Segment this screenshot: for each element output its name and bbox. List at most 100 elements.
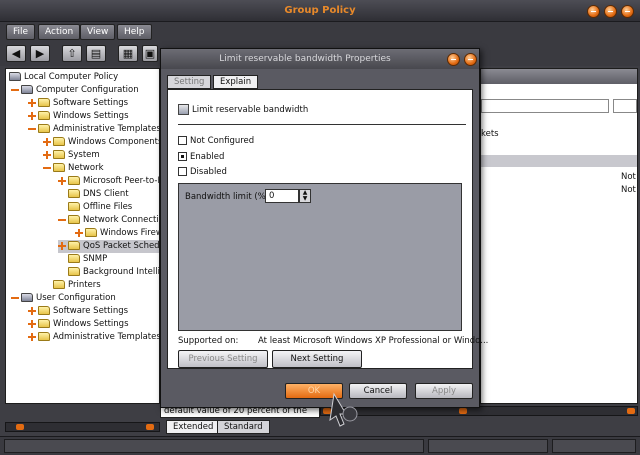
back-button[interactable]: ◀ (6, 45, 26, 62)
tab-setting[interactable]: Setting (167, 75, 212, 89)
menu-file[interactable]: File (6, 24, 36, 40)
expand-icon[interactable] (75, 228, 83, 237)
close-icon[interactable] (621, 5, 634, 18)
folder-icon (85, 228, 97, 237)
tree-item-dns-client[interactable]: DNS Client (68, 188, 129, 201)
dialog-help-icon[interactable] (447, 53, 460, 66)
tree-item-background-intelligent[interactable]: Background Intellig (68, 266, 159, 279)
radio-enabled[interactable]: Enabled (178, 152, 224, 163)
collapse-icon[interactable] (58, 216, 66, 224)
expand-icon[interactable] (58, 241, 66, 250)
folder-up-icon: ⇧ (67, 47, 77, 60)
collapse-icon[interactable] (11, 294, 19, 302)
tree-item-snmp[interactable]: SNMP (68, 253, 107, 266)
expand-icon[interactable] (28, 332, 36, 341)
maximize-icon[interactable] (604, 5, 617, 18)
folder-icon (53, 150, 65, 159)
dialog-close-icon[interactable] (464, 53, 477, 66)
tree-item-system[interactable]: System (43, 149, 100, 162)
back-arrow-icon: ◀ (11, 47, 21, 60)
folder-icon (53, 280, 65, 289)
tab-standard[interactable]: Standard (217, 420, 270, 434)
scroll-thumb[interactable] (16, 424, 24, 430)
tree-item-administrative-templates[interactable]: Administrative Templates (28, 123, 159, 136)
details-panel: kets Not Not (480, 68, 638, 404)
menu-action[interactable]: Action (38, 24, 81, 40)
bandwidth-label: Bandwidth limit (%): (185, 192, 272, 202)
user-icon (21, 293, 33, 302)
export-button[interactable]: ▣ (142, 45, 158, 62)
details-scroll-mid[interactable] (459, 408, 467, 414)
main-title-bar: Group Policy (0, 0, 640, 22)
tree-item-user-windows-settings[interactable]: Windows Settings (28, 318, 129, 331)
apply-button[interactable]: Apply (415, 383, 473, 399)
tree-item-user-software-settings[interactable]: Software Settings (28, 305, 128, 318)
dialog-title-bar[interactable]: Limit reservable bandwidth Properties (161, 49, 479, 69)
details-row1-state: Not (621, 172, 636, 182)
expand-icon[interactable] (43, 137, 51, 146)
folder-icon (53, 163, 65, 172)
policy-setting-icon (178, 104, 189, 115)
folder-icon (38, 319, 50, 328)
options-area: Bandwidth limit (%): 0 ▲ ▼ (178, 183, 462, 331)
properties-button[interactable]: ▦ (118, 45, 138, 62)
policy-tree[interactable]: Local Computer Policy Computer Configura… (5, 68, 160, 404)
radio-box[interactable] (178, 136, 187, 145)
tree-item-windows-settings[interactable]: Windows Settings (28, 110, 129, 123)
radio-not-configured[interactable]: Not Configured (178, 136, 254, 147)
forward-arrow-icon: ▶ (35, 47, 45, 60)
tab-explain[interactable]: Explain (213, 75, 259, 89)
menu-view[interactable]: View (80, 24, 116, 40)
tree-item-software-settings[interactable]: Software Settings (28, 97, 128, 110)
tree-item-qos-packet-scheduler[interactable]: QoS Packet Schedu (58, 240, 159, 253)
spin-down-icon[interactable]: ▼ (300, 196, 310, 202)
radio-box-selected[interactable] (178, 152, 187, 161)
bandwidth-stepper[interactable]: ▲ ▼ (299, 189, 311, 203)
scroll-thumb-end[interactable] (146, 424, 154, 430)
tree-item-user-configuration[interactable]: User Configuration (11, 292, 116, 305)
folder-icon (68, 241, 80, 250)
expand-icon[interactable] (58, 176, 66, 185)
folder-icon (68, 202, 80, 211)
computer-icon (21, 85, 33, 94)
tree-item-network[interactable]: Network (43, 162, 104, 175)
tree-item-peer-to-peer[interactable]: Microsoft Peer-to-Pe (58, 175, 159, 188)
collapse-icon[interactable] (11, 86, 19, 94)
tree-horizontal-scrollbar[interactable] (5, 422, 160, 432)
details-row2-state: Not (621, 185, 636, 195)
tree-item-windows-components[interactable]: Windows Components (43, 136, 159, 149)
tree-item-computer-configuration[interactable]: Computer Configuration (11, 84, 139, 97)
details-column-field[interactable] (481, 99, 609, 113)
menu-help[interactable]: Help (117, 24, 152, 40)
radio-box[interactable] (178, 167, 187, 176)
tab-extended[interactable]: Extended (166, 420, 221, 434)
forward-button[interactable]: ▶ (30, 45, 50, 62)
collapse-icon[interactable] (28, 125, 36, 133)
expand-icon[interactable] (28, 319, 36, 328)
minimize-icon[interactable] (587, 5, 600, 18)
menu-bar: File Action View Help (0, 22, 640, 42)
tree-item-network-connections[interactable]: Network Connection (58, 214, 159, 227)
supported-on: Supported on: At least Microsoft Windows… (178, 336, 489, 346)
folder-icon (38, 332, 50, 341)
up-folder-button[interactable]: ⇧ (62, 45, 82, 62)
show-hide-tree-icon: ▤ (90, 47, 102, 60)
previous-setting-button[interactable]: Previous Setting (178, 350, 268, 368)
bandwidth-input[interactable]: 0 (265, 189, 299, 203)
tree-item-local-computer-policy[interactable]: Local Computer Policy (9, 71, 118, 84)
show-tree-button[interactable]: ▤ (86, 45, 106, 62)
expand-icon[interactable] (28, 306, 36, 315)
tree-item-windows-firewall[interactable]: Windows Firew (75, 227, 159, 240)
tree-item-user-administrative-templates[interactable]: Administrative Templates (28, 331, 159, 344)
expand-icon[interactable] (28, 98, 36, 107)
details-column-field-2[interactable] (613, 99, 637, 113)
expand-icon[interactable] (43, 150, 51, 159)
expand-icon[interactable] (28, 111, 36, 120)
tree-item-printers[interactable]: Printers (53, 279, 101, 292)
radio-disabled[interactable]: Disabled (178, 167, 227, 178)
collapse-icon[interactable] (43, 164, 51, 172)
details-scroll-end[interactable] (627, 408, 635, 414)
tree-item-offline-files[interactable]: Offline Files (68, 201, 132, 214)
next-setting-button[interactable]: Next Setting (272, 350, 362, 368)
folder-icon (68, 189, 80, 198)
